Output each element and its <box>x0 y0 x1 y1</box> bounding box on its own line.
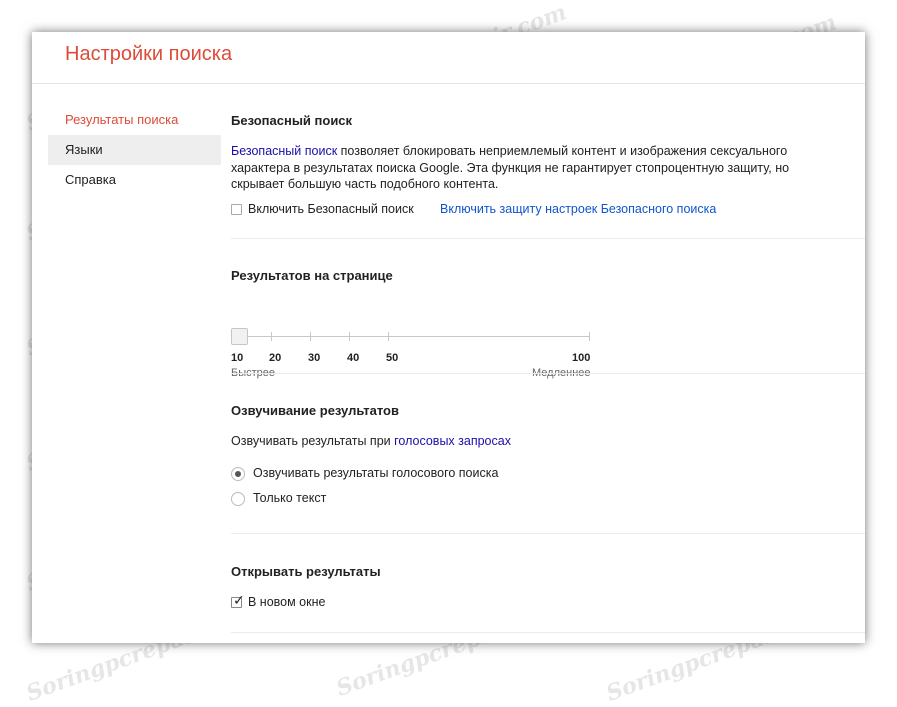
settings-panel: Настройки поиска Результаты поиска Языки… <box>32 32 865 643</box>
radio-selected-dot <box>235 471 241 477</box>
new-window-label: В новом окне <box>248 595 326 609</box>
safe-search-desc-line1: позволяет блокировать неприемлемый конте… <box>337 144 788 158</box>
divider <box>231 373 865 374</box>
safe-search-checkbox[interactable] <box>231 204 242 215</box>
voice-queries-link[interactable]: голосовых запросах <box>394 434 511 448</box>
safe-search-link[interactable]: Безопасный поиск <box>231 144 337 158</box>
page-title: Настройки поиска <box>65 43 233 65</box>
divider <box>231 632 865 633</box>
tick-label: 10 <box>231 352 244 364</box>
slider-tick <box>349 332 350 341</box>
tick-label: 20 <box>269 352 282 364</box>
tick-label: 30 <box>308 352 321 364</box>
safe-search-lock-wrap: Включить защиту настроек Безопасного пои… <box>440 201 716 218</box>
safe-search-title: Безопасный поиск <box>231 113 353 128</box>
slider-track[interactable] <box>233 336 590 337</box>
safe-search-lock-link[interactable]: Включить защиту настроек Безопасного пои… <box>440 202 716 216</box>
open-results-title: Открывать результаты <box>231 564 381 579</box>
divider <box>231 238 865 239</box>
slider-tick <box>310 332 311 341</box>
safe-search-desc-line3: скрывает большую часть подобного контент… <box>231 177 499 191</box>
sidebar: Результаты поиска Языки Справка <box>48 105 221 195</box>
safe-search-checkbox-label: Включить Безопасный поиск <box>248 202 414 216</box>
sidebar-item-help[interactable]: Справка <box>48 165 221 195</box>
voice-desc-prefix: Озвучивать результаты при <box>231 434 395 448</box>
sidebar-item-languages[interactable]: Языки <box>48 135 221 165</box>
header-divider <box>32 83 865 84</box>
divider <box>231 533 865 534</box>
new-window-checkbox[interactable]: ✓ <box>231 593 245 608</box>
check-icon: ✓ <box>233 592 245 608</box>
voice-radio-speak[interactable] <box>231 467 245 481</box>
voice-radio-text-only[interactable] <box>231 492 245 506</box>
sidebar-item-search-results[interactable]: Результаты поиска <box>48 105 221 135</box>
tick-label: 40 <box>347 352 360 364</box>
slider-tick <box>271 332 272 341</box>
safe-search-description: Безопасный поиск позволяет блокировать н… <box>231 143 787 160</box>
results-per-page-title: Результатов на странице <box>231 268 393 283</box>
voice-option-speak-label: Озвучивать результаты голосового поиска <box>253 466 499 480</box>
slider-tick <box>388 332 389 341</box>
safe-search-desc-line2: характера в результатах поиска Google. Э… <box>231 161 790 175</box>
voice-description: Озвучивать результаты при голосовых запр… <box>231 433 511 450</box>
slider-tick <box>589 332 590 341</box>
tick-label: 100 <box>572 352 591 364</box>
voice-option-text-only-label: Только текст <box>253 491 327 505</box>
slider-handle[interactable] <box>231 328 248 345</box>
voice-title: Озвучивание результатов <box>231 403 399 418</box>
tick-label: 50 <box>386 352 399 364</box>
